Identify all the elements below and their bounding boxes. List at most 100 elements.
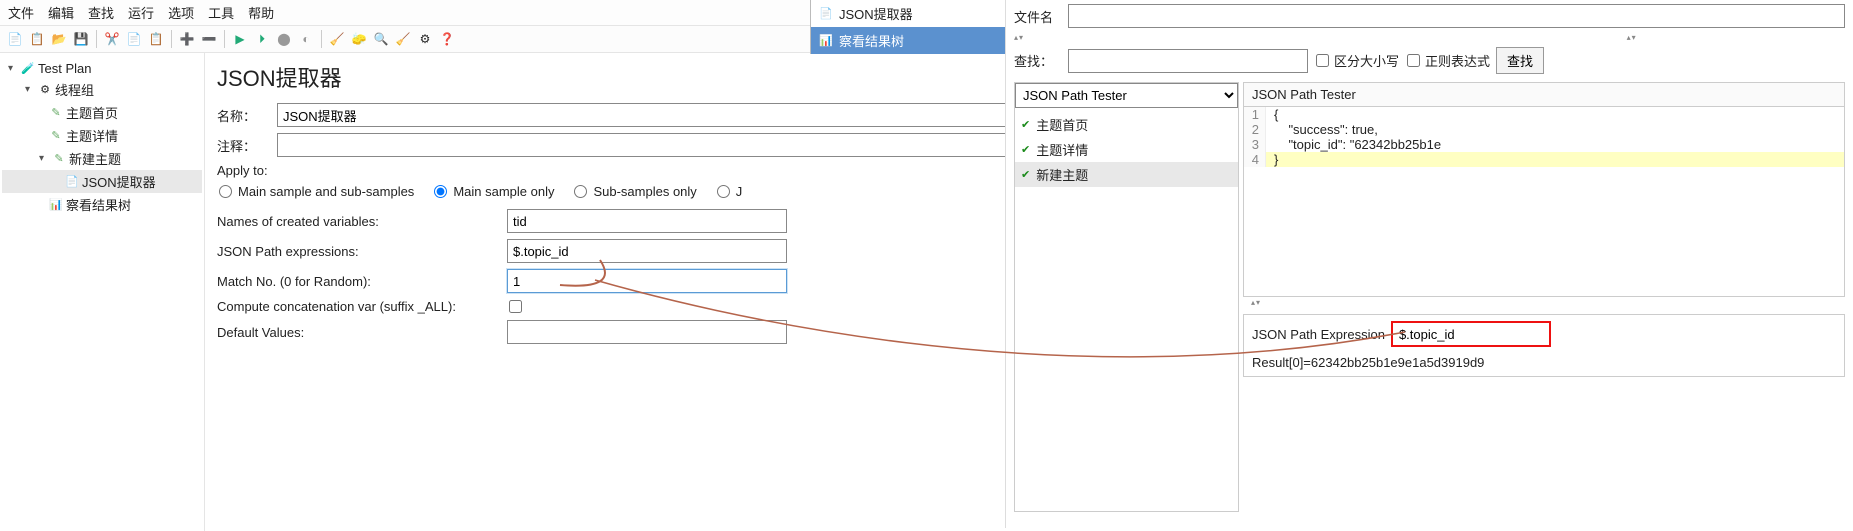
tree-sampler-1[interactable]: ✎ 主题首页 — [2, 101, 202, 124]
pipette-icon: ✎ — [49, 129, 63, 143]
tree-test-plan[interactable]: ▾ 🧪 Test Plan — [2, 59, 202, 78]
radio-sub-only[interactable]: Sub-samples only — [572, 184, 696, 199]
find-button[interactable]: 查找 — [1496, 47, 1544, 74]
collapse-icon[interactable]: ▾ — [39, 153, 49, 164]
tree-thread-group[interactable]: ▾ ⚙ 线程组 — [2, 78, 202, 101]
tab-json-path-tester[interactable]: JSON Path Tester — [1243, 82, 1845, 107]
find-input[interactable] — [1068, 49, 1308, 73]
chart-icon: 📊 — [49, 198, 63, 212]
separator — [224, 30, 225, 48]
tree-label: 线程组 — [55, 80, 94, 99]
copy-icon[interactable]: 📄 — [125, 30, 143, 48]
success-icon: ✔ — [1021, 143, 1030, 156]
overlay-item-results-tree[interactable]: 📊 察看结果树 — [811, 27, 1010, 54]
menu-run[interactable]: 运行 — [128, 3, 154, 22]
plus-icon[interactable]: ➕ — [178, 30, 196, 48]
sample-list: JSON Path Tester ✔主题首页 ✔主题详情 ✔新建主题 — [1014, 82, 1239, 512]
results-panel: 文件名 ▴▾ — [1005, 0, 1853, 528]
response-body[interactable]: 1{ 2 "success": true, 3 "topic_id": "623… — [1243, 107, 1845, 297]
stop-icon[interactable]: ⬤ — [275, 30, 293, 48]
overlay-listeners: 📄 JSON提取器 📊 察看结果树 — [810, 0, 1010, 54]
radio-jmeter-var[interactable]: J — [715, 184, 743, 199]
menu-options[interactable]: 选项 — [168, 3, 194, 22]
gear-icon: ⚙ — [38, 83, 52, 97]
tree-label: JSON提取器 — [82, 172, 156, 191]
radio-main-only[interactable]: Main sample only — [432, 184, 554, 199]
sample-item-2[interactable]: ✔主题详情 — [1015, 137, 1238, 162]
sample-item-3[interactable]: ✔新建主题 — [1015, 162, 1238, 187]
collapse-icon[interactable]: ▾ — [25, 84, 35, 95]
concat-label: Compute concatenation var (suffix _ALL): — [217, 299, 507, 314]
separator — [171, 30, 172, 48]
menu-file[interactable]: 文件 — [8, 3, 34, 22]
templates-icon[interactable]: 📋 — [28, 30, 46, 48]
start-icon[interactable]: ▶ — [231, 30, 249, 48]
filename-label: 文件名 — [1014, 7, 1062, 26]
radio-input[interactable] — [717, 185, 730, 198]
tree-label: 察看结果树 — [66, 195, 131, 214]
code-line: "topic_id": "62342bb25b1e — [1266, 137, 1441, 152]
overlay-label: JSON提取器 — [839, 4, 913, 23]
shutdown-icon[interactable]: ◐ — [297, 30, 315, 48]
menu-search[interactable]: 查找 — [88, 3, 114, 22]
paste-icon[interactable]: 📋 — [147, 30, 165, 48]
minus-icon[interactable]: ➖ — [200, 30, 218, 48]
function-helper-icon[interactable]: ⚙ — [416, 30, 434, 48]
extractor-icon: 📄 — [819, 7, 833, 21]
regex-checkbox[interactable]: 正则表达式 — [1405, 51, 1490, 70]
tree-label: 主题详情 — [66, 126, 118, 145]
tree-new-topic[interactable]: ▾ ✎ 新建主题 — [2, 147, 202, 170]
tree-sampler-2[interactable]: ✎ 主题详情 — [2, 124, 202, 147]
path-label: JSON Path expressions: — [217, 244, 507, 259]
clear-icon[interactable]: 🧹 — [328, 30, 346, 48]
case-checkbox[interactable]: 区分大小写 — [1314, 51, 1399, 70]
response-panel: JSON Path Tester 1{ 2 "success": true, 3… — [1243, 82, 1845, 512]
radio-input[interactable] — [574, 185, 587, 198]
tree-label: 主题首页 — [66, 103, 118, 122]
collapse-icon[interactable]: ▾ — [8, 63, 18, 74]
json-path-tester: JSON Path Expression Result[0]=62342bb25… — [1243, 314, 1845, 377]
default-input[interactable] — [507, 320, 787, 344]
code-line: { — [1266, 107, 1278, 122]
separator — [96, 30, 97, 48]
separator — [321, 30, 322, 48]
overlay-item-extractor[interactable]: 📄 JSON提取器 — [811, 0, 1010, 27]
success-icon: ✔ — [1021, 168, 1030, 181]
path-input[interactable] — [507, 239, 787, 263]
sample-item-1[interactable]: ✔主题首页 — [1015, 112, 1238, 137]
tree-results-tree[interactable]: 📊 察看结果树 — [2, 193, 202, 216]
vars-input[interactable] — [507, 209, 787, 233]
vars-label: Names of created variables: — [217, 214, 507, 229]
grip-handle[interactable]: ▴▾ — [1243, 297, 1845, 308]
radio-input[interactable] — [434, 185, 447, 198]
new-icon[interactable]: 📄 — [6, 30, 24, 48]
name-label: 名称： — [217, 106, 277, 125]
chart-icon: 📊 — [819, 34, 833, 48]
menu-help[interactable]: 帮助 — [248, 3, 274, 22]
tree-json-extractor[interactable]: 📄 JSON提取器 — [2, 170, 202, 193]
help-icon[interactable]: ❓ — [438, 30, 456, 48]
pipette-icon: ✎ — [49, 106, 63, 120]
start-no-timers-icon[interactable]: ⏵ — [253, 30, 271, 48]
radio-input[interactable] — [219, 185, 232, 198]
menu-tools[interactable]: 工具 — [208, 3, 234, 22]
cut-icon[interactable]: ✂️ — [103, 30, 121, 48]
clear-all-icon[interactable]: 🧽 — [350, 30, 368, 48]
reset-search-icon[interactable]: 🧹 — [394, 30, 412, 48]
menu-edit[interactable]: 编辑 — [48, 3, 74, 22]
open-icon[interactable]: 📂 — [50, 30, 68, 48]
filename-input[interactable] — [1068, 4, 1845, 28]
json-path-expression-input[interactable] — [1391, 321, 1551, 347]
json-path-result: Result[0]=62342bb25b1e9e1a5d3919d9 — [1252, 355, 1836, 370]
save-icon[interactable]: 💾 — [72, 30, 90, 48]
comment-label: 注释： — [217, 136, 277, 155]
radio-main-and-sub[interactable]: Main sample and sub-samples — [217, 184, 414, 199]
grip-handle[interactable]: ▴▾ ▴▾ — [1006, 32, 1853, 43]
concat-checkbox[interactable] — [509, 300, 522, 313]
pipette-icon: ✎ — [52, 152, 66, 166]
success-icon: ✔ — [1021, 118, 1030, 131]
match-input[interactable] — [507, 269, 787, 293]
test-plan-tree[interactable]: ▾ 🧪 Test Plan ▾ ⚙ 线程组 ✎ 主题首页 ✎ 主题详情 ▾ ✎ … — [0, 53, 205, 531]
renderer-select[interactable]: JSON Path Tester — [1015, 83, 1238, 108]
search-icon[interactable]: 🔍 — [372, 30, 390, 48]
